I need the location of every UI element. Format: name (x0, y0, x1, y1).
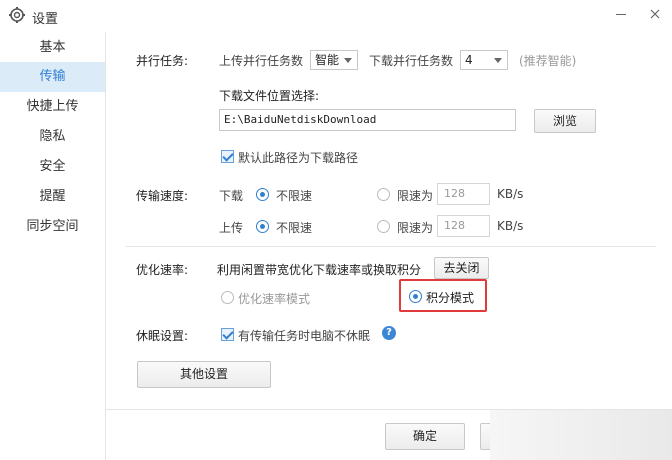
upload-unlimited-label: 不限速 (276, 221, 313, 235)
minimize-button[interactable] (603, 0, 639, 28)
download-parallel-label: 下载并行任务数 (369, 54, 454, 68)
sidebar-item-basic[interactable]: 基本 (0, 33, 105, 63)
download-parallel-value: 4 (465, 53, 473, 67)
download-speed-label: 下载 (219, 189, 244, 203)
upload-limit-label: 限速为 (397, 221, 434, 235)
upload-limit-radio[interactable] (377, 220, 390, 233)
transfer-settings-panel: 并行任务: 上传并行任务数 智能 下载并行任务数 4 (推荐智能) 下载文件位置… (106, 32, 672, 460)
download-unlimited-radio[interactable] (256, 188, 269, 201)
upload-parallel-value: 智能 (315, 53, 340, 67)
download-limit-radio[interactable] (377, 188, 390, 201)
chevron-down-icon (494, 58, 502, 63)
download-unlimited-label: 不限速 (276, 189, 313, 203)
browse-button[interactable]: 浏览 (534, 109, 596, 133)
default-path-label: 默认此路径为下载路径 (238, 151, 359, 165)
download-limit-input[interactable]: 128 (437, 183, 490, 205)
sleep-settings-label: 休眠设置: (136, 329, 189, 343)
settings-sidebar: 基本 传输 快捷上传 隐私 安全 提醒 同步空间 (0, 32, 106, 460)
download-path-input[interactable]: E:\BaiduNetdiskDownload (219, 109, 516, 131)
title-bar: 设置 (0, 0, 672, 32)
sidebar-item-privacy[interactable]: 隐私 (0, 122, 105, 152)
sidebar-item-security[interactable]: 安全 (0, 152, 105, 182)
go-close-button[interactable]: 去关闭 (434, 257, 489, 279)
chevron-down-icon (344, 58, 352, 63)
upload-parallel-select[interactable]: 智能 (310, 50, 358, 70)
help-icon[interactable]: ? (382, 326, 396, 340)
transfer-speed-label: 传输速度: (136, 189, 189, 203)
optimize-speed-mode-label: 优化速率模式 (238, 292, 311, 306)
sidebar-item-reminder[interactable]: 提醒 (0, 182, 105, 212)
no-sleep-label: 有传输任务时电脑不休眠 (238, 329, 371, 343)
download-unit: KB/s (497, 187, 524, 201)
points-mode-label: 积分模式 (426, 291, 475, 305)
ok-button[interactable]: 确定 (385, 423, 465, 450)
default-path-checkbox[interactable] (221, 150, 234, 163)
window-title: 设置 (32, 12, 59, 27)
optimize-rate-label: 优化速率: (136, 263, 189, 277)
parallel-tasks-label: 并行任务: (136, 54, 189, 68)
upload-unit: KB/s (497, 219, 524, 233)
upload-limit-input[interactable]: 128 (437, 215, 490, 237)
optimize-speed-mode-radio[interactable] (221, 291, 234, 304)
recommend-hint: (推荐智能) (519, 54, 577, 68)
close-button[interactable] (637, 0, 672, 28)
gear-icon (9, 7, 25, 23)
watermark-patch (490, 410, 672, 460)
points-mode-radio[interactable] (409, 290, 422, 303)
sidebar-item-quick-upload[interactable]: 快捷上传 (0, 92, 105, 122)
minimize-icon (616, 13, 626, 15)
sidebar-item-sync-space[interactable]: 同步空间 (0, 212, 105, 242)
upload-parallel-label: 上传并行任务数 (219, 54, 304, 68)
download-location-label: 下载文件位置选择: (219, 89, 320, 103)
no-sleep-checkbox[interactable] (221, 328, 234, 341)
divider (126, 246, 656, 247)
optimize-description: 利用闲置带宽优化下载速率或换取积分 (217, 263, 422, 277)
other-settings-button[interactable]: 其他设置 (137, 361, 271, 388)
close-icon (650, 9, 660, 19)
upload-unlimited-radio[interactable] (256, 220, 269, 233)
download-parallel-select[interactable]: 4 (460, 50, 508, 70)
download-limit-label: 限速为 (397, 189, 434, 203)
sidebar-item-transfer[interactable]: 传输 (0, 62, 105, 92)
upload-speed-label: 上传 (219, 221, 244, 235)
